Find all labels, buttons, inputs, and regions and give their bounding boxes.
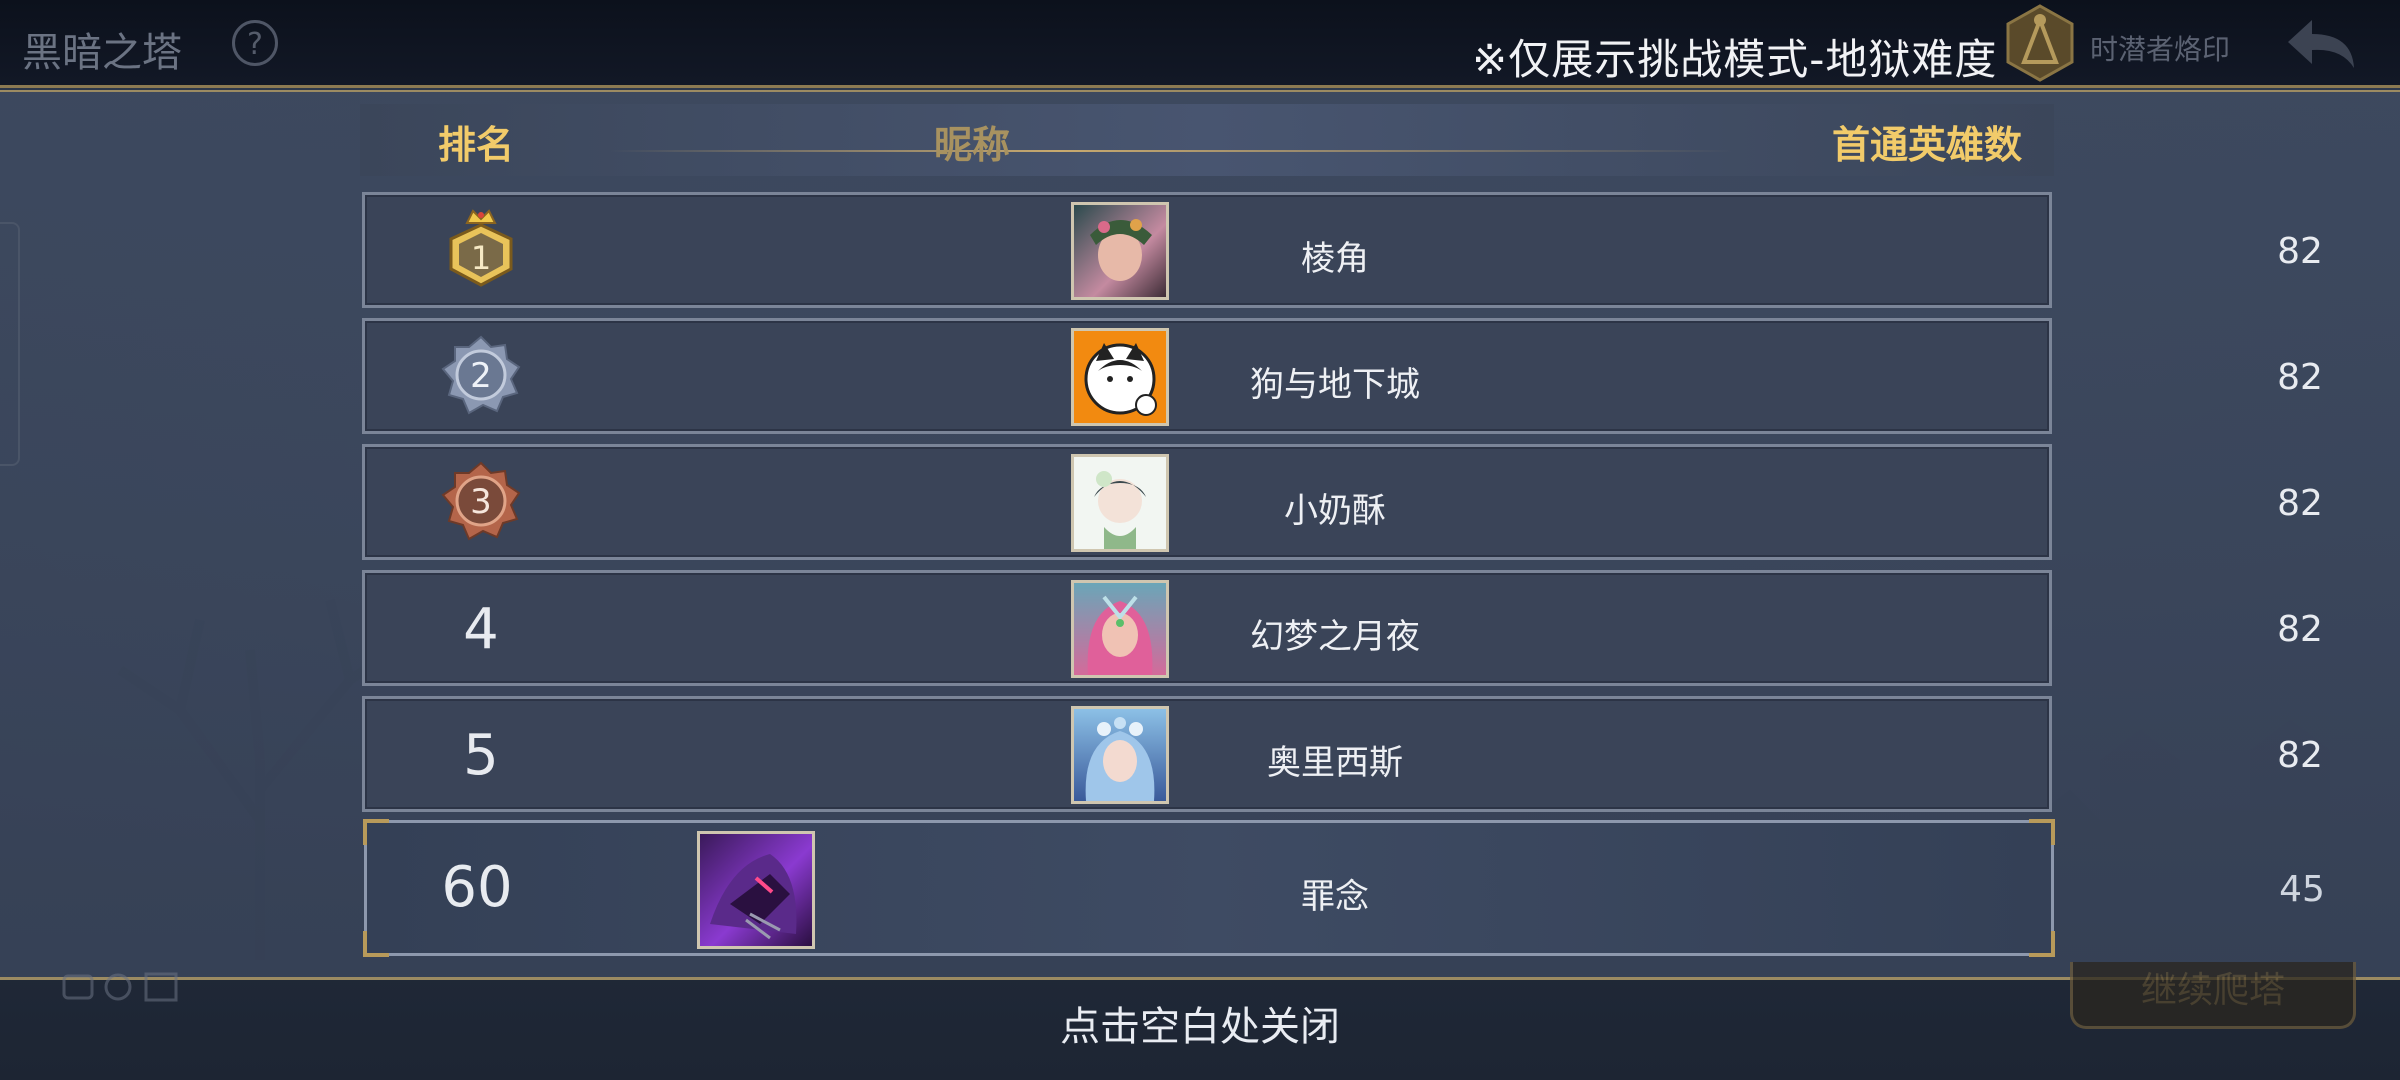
- player-name: 小奶酥: [1284, 491, 1386, 531]
- table-row[interactable]: 5 奥里西斯 82: [362, 696, 2323, 812]
- avatar[interactable]: [1071, 454, 1169, 552]
- silver-medal-icon: 2: [441, 335, 521, 415]
- own-player-name: 罪念: [1301, 877, 1369, 917]
- help-icon[interactable]: ?: [232, 20, 278, 66]
- frame-corner: [2029, 931, 2055, 957]
- table-row[interactable]: 2 狗与地下城 82: [362, 318, 2323, 434]
- hero-count: 82: [2277, 357, 2323, 398]
- svg-text:2: 2: [470, 356, 492, 396]
- hero-count: 82: [2277, 483, 2323, 524]
- gold-crown-medal-icon: 1: [449, 209, 513, 287]
- own-hero-count: 45: [2279, 869, 2325, 910]
- column-header-name: 昵称: [934, 123, 1011, 167]
- frame-corner: [2029, 819, 2055, 845]
- own-rank-number: 60: [441, 855, 513, 920]
- table-header: [360, 104, 2054, 176]
- table-row[interactable]: 3 小奶酥 82: [362, 444, 2323, 560]
- avatar[interactable]: [1071, 202, 1169, 300]
- table-row[interactable]: 4 幻梦之月夜 82: [362, 570, 2323, 686]
- mode-notice: ※仅展示挑战模式-地狱难度: [1472, 35, 1998, 84]
- column-header-rank: 排名: [438, 123, 515, 167]
- player-name: 奥里西斯: [1267, 743, 1403, 783]
- table-row[interactable]: 1 棱角 82: [362, 192, 2323, 308]
- time-emblem-icon[interactable]: [2000, 2, 2080, 84]
- emblem-label: 时潜者烙印: [2090, 33, 2231, 66]
- own-ranking-row[interactable]: 60 罪念 45: [363, 819, 2325, 957]
- avatar[interactable]: [1071, 580, 1169, 678]
- bronze-medal-icon: 3: [441, 461, 521, 541]
- player-name: 幻梦之月夜: [1250, 617, 1420, 657]
- player-name: 狗与地下城: [1250, 365, 1420, 405]
- svg-text:1: 1: [471, 239, 491, 277]
- avatar[interactable]: [1071, 328, 1169, 426]
- rank-number: 4: [463, 597, 499, 662]
- hero-count: 82: [2277, 609, 2323, 650]
- own-avatar[interactable]: [697, 831, 815, 949]
- back-arrow-icon[interactable]: [2282, 14, 2362, 74]
- hero-count: 82: [2277, 231, 2323, 272]
- game-title: 黑暗之塔: [22, 30, 182, 76]
- top-bar: 黑暗之塔 ? ※仅展示挑战模式-地狱难度 时潜者烙印: [0, 0, 2400, 88]
- hero-count: 82: [2277, 735, 2323, 776]
- player-name: 棱角: [1301, 239, 1369, 279]
- avatar[interactable]: [1071, 706, 1169, 804]
- panel-side-decoration: [0, 222, 20, 466]
- frame-corner: [363, 931, 389, 957]
- frame-corner: [363, 819, 389, 845]
- rank-number: 5: [463, 723, 499, 788]
- svg-text:3: 3: [470, 482, 492, 522]
- column-header-count: 首通英雄数: [1832, 123, 2023, 167]
- close-hint[interactable]: 点击空白处关闭: [0, 994, 2400, 1052]
